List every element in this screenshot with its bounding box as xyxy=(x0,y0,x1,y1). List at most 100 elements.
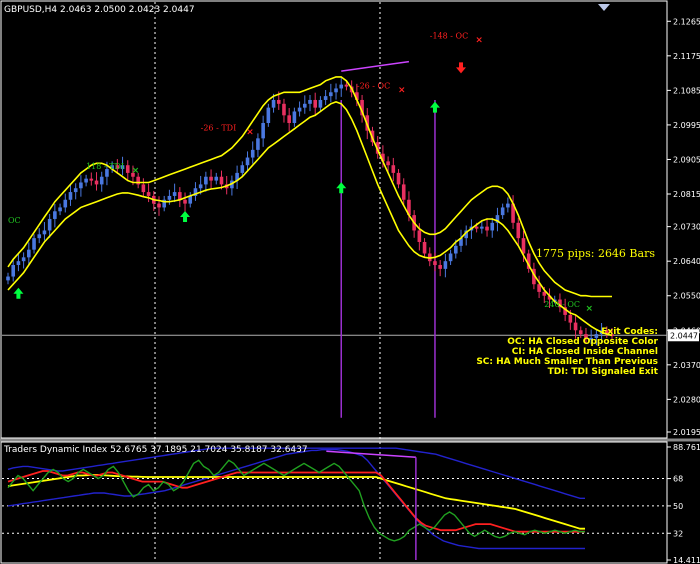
candle-body-85 xyxy=(448,253,453,262)
exit-cross-icon-5: × xyxy=(586,304,594,314)
price-tick-label-2: 2.1085 xyxy=(673,86,700,95)
candle-body-49 xyxy=(261,122,265,139)
candle-body-12 xyxy=(68,192,73,200)
candle-body-82 xyxy=(433,261,437,266)
exit-annotation-1: 118 - TDI xyxy=(86,162,124,171)
tdi-tick-label-4: 14.4115 xyxy=(673,556,700,564)
candle-body-18 xyxy=(99,176,104,185)
candle-body-5 xyxy=(32,238,36,250)
candle-body-59 xyxy=(313,99,318,108)
price-tick-label-4: 2.0905 xyxy=(673,155,700,164)
tdi-tick-label-3: 32 xyxy=(673,529,683,538)
candle-body-92 xyxy=(485,226,489,231)
candle-body-56 xyxy=(297,107,302,112)
ohlc-label: 2.0463 2.0500 2.0423 2.0447 xyxy=(60,5,195,15)
candle-body-95 xyxy=(500,207,505,216)
exit-annotation-4: -148 - OC xyxy=(430,32,468,41)
exit-annotation-2: -26 - TDI xyxy=(201,124,237,133)
tdi-tick-label-1: 68 xyxy=(673,475,683,484)
candle-body-75 xyxy=(396,172,401,185)
exit-cross-icon-2: × xyxy=(246,128,254,138)
candle-body-62 xyxy=(329,92,333,97)
candle-body-4 xyxy=(27,249,31,258)
candle-body-37 xyxy=(198,184,203,189)
candle-body-90 xyxy=(474,226,479,229)
candle-body-16 xyxy=(89,178,94,181)
indicator-title: Traders Dynamic Index 52.6765 37.1895 21… xyxy=(3,445,308,455)
candle-body-80 xyxy=(422,241,427,254)
candle-body-83 xyxy=(438,265,442,269)
exit-code-sc: SC: HA Much Smaller Than Previous xyxy=(476,357,658,367)
candle-body-60 xyxy=(318,99,323,108)
candle-body-53 xyxy=(282,103,286,116)
candle-body-63 xyxy=(334,88,338,93)
indicator-panel-frame xyxy=(0,441,668,564)
candle-body-9 xyxy=(53,211,57,219)
candle-body-10 xyxy=(58,207,62,212)
candle-body-1 xyxy=(11,265,16,277)
candle-body-93 xyxy=(490,222,495,231)
candle-body-45 xyxy=(240,165,245,173)
candle-body-32 xyxy=(172,192,177,196)
tdi-tick-label-2: 50 xyxy=(673,502,683,511)
candle-body-109 xyxy=(573,322,578,331)
candle-body-86 xyxy=(453,245,458,254)
exit-code-oc: OC: HA Closed Opposite Color xyxy=(507,337,658,347)
price-tick-label-1: 2.1175 xyxy=(673,52,700,61)
candle-body-34 xyxy=(183,199,187,204)
candle-body-108 xyxy=(568,314,573,323)
candle-body-11 xyxy=(63,199,68,208)
exit-annotation-0: OC xyxy=(8,216,21,225)
candle-body-52 xyxy=(276,99,281,104)
exit-cross-icon-3: × xyxy=(398,85,406,95)
candle-body-65 xyxy=(344,84,349,87)
candle-body-13 xyxy=(73,188,78,193)
exit-annotation-5: 246 - OC xyxy=(544,300,580,309)
trading-chart: OC 118 - TDI × -26 - TDI × -26 - OC × -148 - OC… xyxy=(0,0,700,564)
exit-cross-icon-1: × xyxy=(132,166,140,176)
candle-body-31 xyxy=(167,195,172,200)
candle-body-74 xyxy=(391,165,396,173)
candle-body-23 xyxy=(125,165,130,173)
candle-body-27 xyxy=(146,192,151,196)
candle-body-50 xyxy=(266,107,271,123)
candle-body-51 xyxy=(271,99,276,108)
candle-body-58 xyxy=(308,99,312,104)
candle-body-3 xyxy=(21,257,26,262)
candle-body-47 xyxy=(250,149,255,158)
candle-body-41 xyxy=(219,176,224,185)
symbol-label: GBPUSD,H4 xyxy=(4,5,57,15)
exit-annotation-3: -26 - OC xyxy=(357,81,390,90)
pips-bars-label: 1775 pips: 2646 Bars xyxy=(536,247,655,260)
price-axis: 2.1265 2.1175 2.1085 2.0995 2.0905 2.0815 2.07… xyxy=(667,17,700,564)
candle-body-96 xyxy=(506,203,510,208)
candle-body-57 xyxy=(302,103,307,108)
exit-codes-title: Exit Codes: xyxy=(601,327,658,337)
candle-body-55 xyxy=(292,111,297,123)
candle-body-7 xyxy=(42,230,47,235)
tdi-tick-label-0: 88.7613 xyxy=(673,443,700,452)
candle-body-0 xyxy=(6,276,10,281)
candle-body-76 xyxy=(401,184,406,200)
candle-body-8 xyxy=(47,218,52,231)
candle-body-38 xyxy=(204,176,208,185)
candle-body-48 xyxy=(256,138,260,150)
exit-code-ci: CI: HA Closed Inside Channel xyxy=(512,347,658,357)
price-tick-label-6: 2.0730 xyxy=(673,223,700,232)
candle-body-46 xyxy=(245,157,250,166)
candle-body-6 xyxy=(37,234,42,239)
candle-body-2 xyxy=(16,261,21,266)
current-price-tag-label: 2.0447 xyxy=(670,331,698,340)
exit-code-tdi: TDI: TDI Signaled Exit xyxy=(548,367,659,377)
candle-body-17 xyxy=(94,180,99,185)
price-tick-label-12: 2.0195 xyxy=(673,428,700,437)
candle-body-91 xyxy=(480,226,484,229)
candle-body-26 xyxy=(141,184,146,193)
candle-body-73 xyxy=(386,161,390,166)
price-tick-label-5: 2.0815 xyxy=(673,190,700,199)
price-tick-label-11: 2.0280 xyxy=(673,395,700,404)
candle-body-54 xyxy=(287,115,291,123)
candle-body-29 xyxy=(157,203,161,208)
candle-body-110 xyxy=(578,330,583,335)
price-tick-label-10: 2.0370 xyxy=(673,361,700,370)
